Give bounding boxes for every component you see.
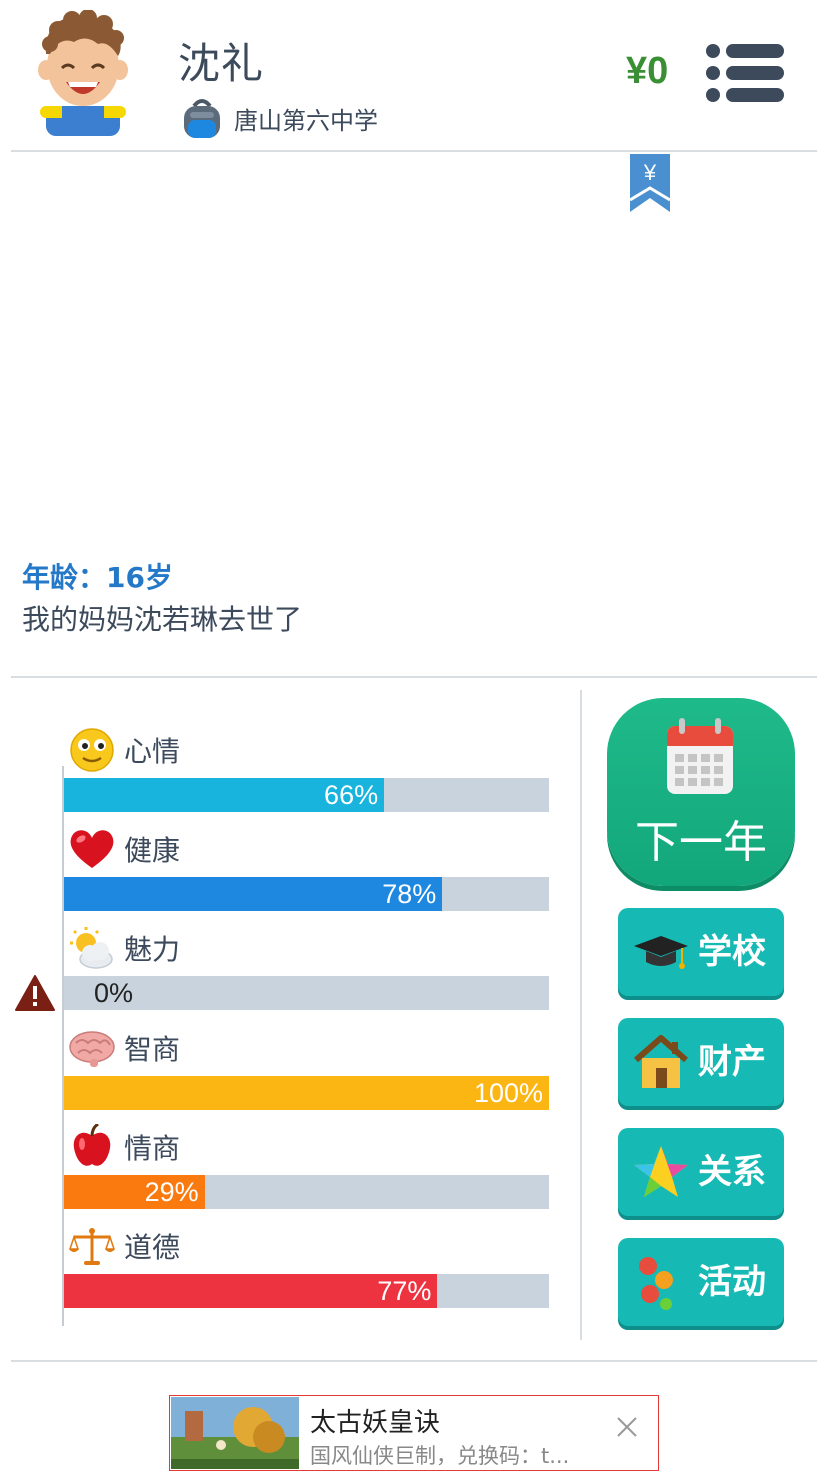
- panel-separator: [580, 690, 582, 1340]
- stat-bar-fill: 77%: [64, 1274, 438, 1308]
- ad-description: 国风仙侠巨制，兑换码：t...: [310, 1444, 570, 1468]
- graduation-cap-icon: [634, 936, 688, 969]
- stat-health: 健康 78%: [0, 827, 560, 927]
- stat-label: 健康: [124, 834, 181, 867]
- svg-text:¥: ¥: [643, 160, 657, 185]
- stat-bar: 29%: [64, 1175, 549, 1209]
- stat-percent: 29%: [144, 1177, 199, 1207]
- ad-thumbnail: [171, 1397, 299, 1469]
- yuan-bookmark-icon[interactable]: ¥: [628, 154, 672, 212]
- ad-banner[interactable]: 太古妖皇诀 国风仙侠巨制，兑换码：t...: [169, 1395, 659, 1471]
- relations-button[interactable]: 关系: [618, 1128, 784, 1216]
- stat-bar: 77%: [64, 1274, 549, 1308]
- next-year-button[interactable]: 下一年: [607, 698, 795, 886]
- stat-bar-fill: 100%: [64, 1076, 549, 1110]
- stat-bar: 100%: [64, 1076, 549, 1110]
- sun-cloud-icon: [70, 927, 113, 969]
- stat-bar: 0%: [64, 976, 549, 1010]
- stat-bar-fill: 78%: [64, 877, 443, 911]
- stat-label: 情商: [124, 1132, 181, 1165]
- next-year-label: 下一年: [635, 817, 767, 868]
- school-name: 唐山第六中学: [234, 106, 378, 135]
- activities-icon: [639, 1257, 673, 1310]
- stat-bar: 78%: [64, 877, 549, 911]
- stat-label: 魅力: [124, 933, 181, 966]
- star-icon: [634, 1146, 688, 1197]
- stat-label: 智商: [124, 1033, 181, 1066]
- stat-percent: 100%: [473, 1078, 543, 1108]
- brain-icon: [69, 1031, 115, 1067]
- log-divider: [11, 676, 817, 678]
- stat-label: 心情: [124, 735, 181, 768]
- avatar[interactable]: [36, 10, 130, 136]
- stat-morality: 道德 77%: [0, 1224, 560, 1324]
- school-label: 学校: [698, 932, 766, 972]
- stat-percent: 77%: [377, 1276, 432, 1306]
- stat-bar-fill: 29%: [64, 1175, 205, 1209]
- stat-percent: 0%: [94, 978, 134, 1008]
- activities-label: 活动: [698, 1262, 766, 1302]
- stat-charm: 魅力 0%: [0, 926, 560, 1026]
- stat-bar: 66%: [64, 778, 549, 812]
- stats-panel: 心情 66% 健康 78% 魅力 0% 智商 100% 情商 29% 道德 77…: [0, 690, 580, 1340]
- age-text: 年龄：16岁: [22, 561, 173, 594]
- profile-header: 沈礼 唐山第六中学 ¥0: [0, 0, 828, 152]
- event-text: 我的妈妈沈若琳去世了: [22, 603, 303, 636]
- school-button[interactable]: 学校: [618, 908, 784, 996]
- property-label: 财产: [698, 1042, 766, 1082]
- stat-iq: 智商 100%: [0, 1026, 560, 1126]
- stat-percent: 78%: [382, 879, 437, 909]
- header-divider: [11, 150, 817, 152]
- stat-eq: 情商 29%: [0, 1124, 560, 1225]
- activities-button[interactable]: 活动: [618, 1238, 784, 1326]
- close-icon[interactable]: [612, 1412, 642, 1442]
- stat-mood: 心情 66%: [0, 728, 560, 828]
- calendar-icon: [667, 718, 733, 794]
- relations-label: 关系: [698, 1152, 766, 1192]
- backpack-icon: [184, 99, 220, 138]
- smiley-icon: [70, 728, 114, 772]
- property-button[interactable]: 财产: [618, 1018, 784, 1106]
- apple-icon: [73, 1124, 111, 1166]
- ad-title: 太古妖皇诀: [310, 1408, 441, 1438]
- stat-percent: 66%: [324, 780, 379, 810]
- menu-icon[interactable]: [704, 42, 786, 104]
- school-row: 唐山第六中学: [180, 96, 378, 140]
- stat-bar-fill: 66%: [64, 778, 385, 812]
- stat-label: 道德: [124, 1231, 181, 1264]
- money-balance: ¥0: [626, 50, 669, 92]
- footer-divider: [11, 1360, 817, 1362]
- warning-icon[interactable]: [14, 974, 56, 1012]
- player-name: 沈礼: [178, 39, 265, 88]
- scales-icon: [68, 1228, 116, 1265]
- heart-icon: [70, 830, 114, 868]
- house-icon: [634, 1035, 688, 1088]
